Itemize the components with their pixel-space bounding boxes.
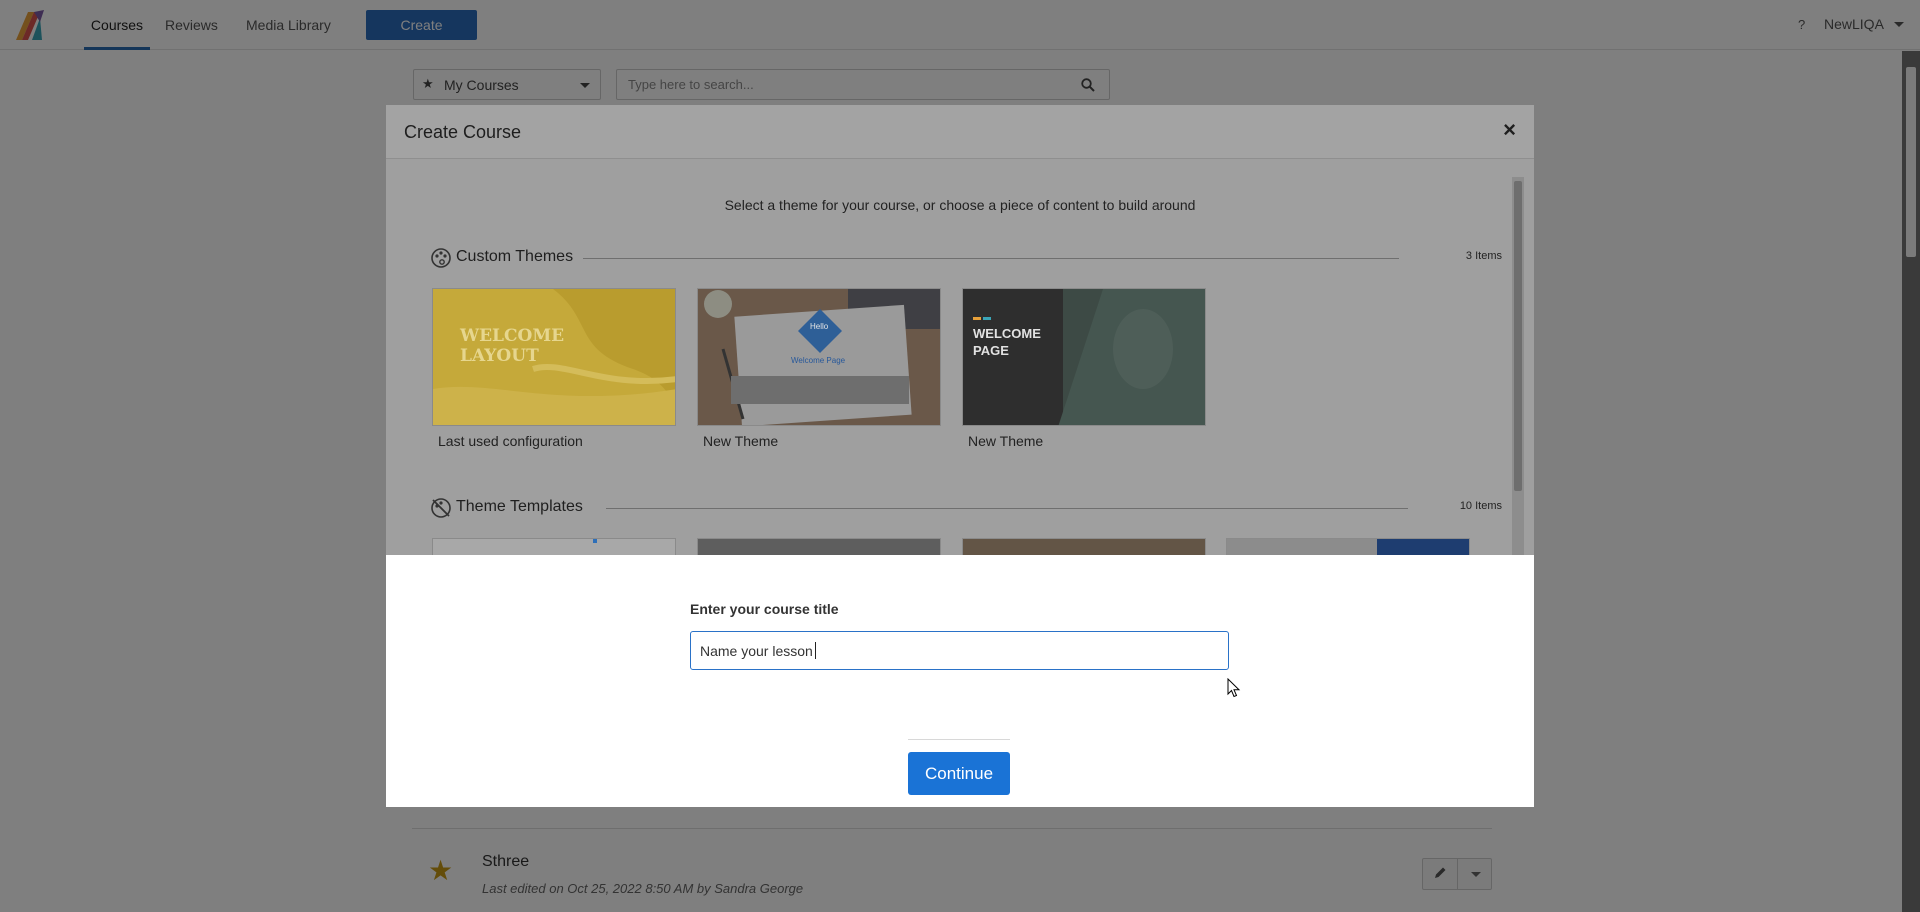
template-thumbnail[interactable] [432,538,676,555]
create-course-modal: Create Course × Select a theme for your … [386,105,1534,555]
page-scrollbar[interactable] [1902,51,1920,912]
modal-scrollbar[interactable] [1512,177,1524,555]
modal-title: Create Course [404,122,522,142]
continue-button[interactable]: Continue [908,752,1010,795]
palette-icon [431,248,451,268]
section-divider [606,508,1408,509]
template-thumbnail[interactable] [697,538,941,555]
theme-thumbnail[interactable]: WELCOME LAYOUT [432,288,676,426]
theme-caption: Last used configuration [438,433,583,449]
scrollbar-thumb[interactable] [1906,67,1916,257]
theme-thumbnail[interactable]: Hello Welcome Page [697,288,941,426]
template-thumbnail[interactable] [962,538,1206,555]
scrollbar-thumb[interactable] [1514,181,1522,491]
close-icon[interactable]: × [1503,117,1516,143]
template-accent [593,539,597,543]
template-accent [1377,539,1469,555]
palette-off-icon [431,498,451,518]
thumb-heading: Hello [810,322,829,331]
section-title: Custom Themes [456,248,574,265]
text-caret [815,642,816,659]
theme-caption: New Theme [968,433,1044,449]
course-title-label: Enter your course title [690,601,839,617]
mouse-pointer-icon [1227,678,1241,698]
thumb-heading: WELCOME LAYOUT [460,326,565,366]
modal-header: Create Course × [386,105,1534,159]
section-title: Theme Templates [456,498,583,515]
custom-themes-header: Custom Themes 3 Items [430,246,1502,270]
section-divider [583,258,1399,259]
theme-thumbnail[interactable]: WELCOME PAGE [962,288,1206,426]
template-thumbnail[interactable] [1226,538,1470,555]
theme-templates-header: Theme Templates 10 Items [430,496,1502,520]
thumb-subheading: Welcome Page [791,356,846,365]
item-count: 10 Items [1459,500,1502,512]
item-count: 3 Items [1465,250,1502,262]
modal-subtitle: Select a theme for your course, or choos… [724,197,1196,213]
course-title-panel: Enter your course title Continue [386,555,1534,807]
divider [908,739,1010,740]
course-title-input[interactable] [690,631,1229,670]
thumb-heading: WELCOME PAGE [973,326,1041,358]
theme-caption: New Theme [703,433,779,449]
